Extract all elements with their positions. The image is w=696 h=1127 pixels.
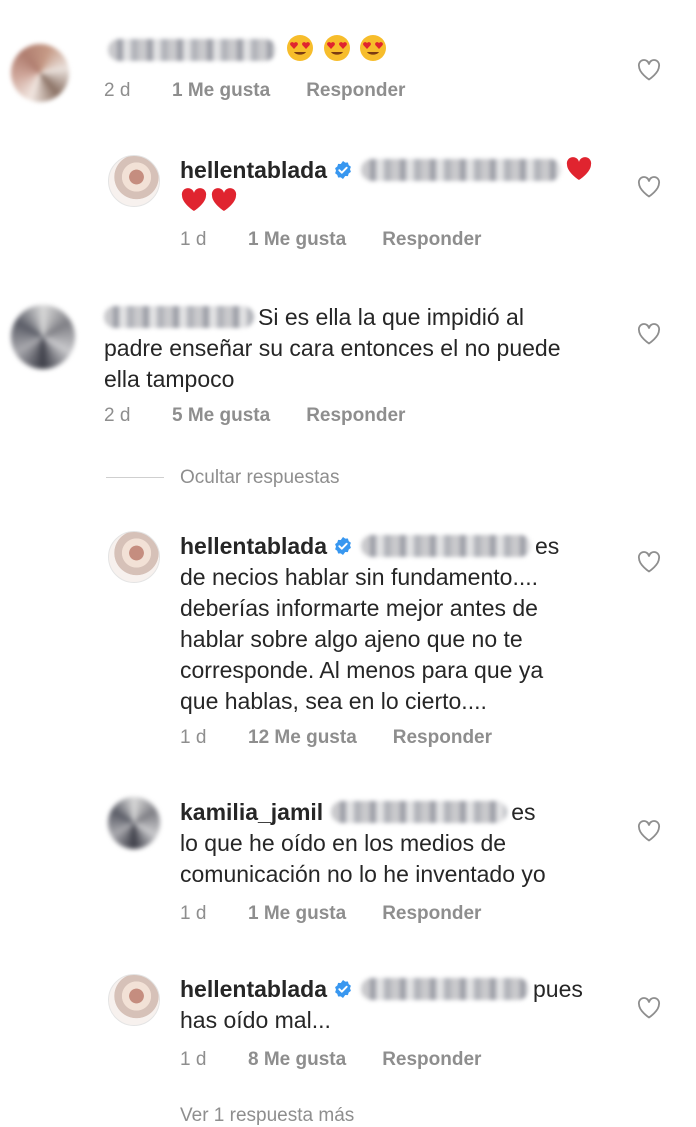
- comment-meta: 2 d 1 Me gusta Responder: [104, 80, 405, 102]
- divider-line: [106, 477, 164, 479]
- avatar[interactable]: [108, 155, 160, 207]
- reply-button[interactable]: Responder: [382, 903, 481, 925]
- comment-text: hellentablada: [180, 155, 595, 217]
- like-count[interactable]: 8 Me gusta: [248, 1049, 346, 1071]
- comment-text: hellentablada es de necios hablar sin fun…: [180, 531, 559, 717]
- comment-text-line: comunicación no lo he inventado yo: [180, 861, 546, 887]
- heart-eyes-emoji: [323, 35, 359, 63]
- heart-outline-icon[interactable]: [637, 997, 661, 1019]
- comment-text-line: Si es ella la que impidió al: [258, 304, 524, 330]
- comment-text: [104, 34, 389, 66]
- reply-button[interactable]: Responder: [306, 80, 405, 102]
- comment-username[interactable]: kamilia_jamil: [180, 799, 323, 825]
- blurred-username[interactable]: [104, 306, 254, 328]
- comment-text-line: que hablas, sea en lo cierto....: [180, 688, 487, 714]
- comment-text-line: es: [511, 799, 536, 825]
- avatar[interactable]: [108, 531, 160, 583]
- comment-age: 2 d: [104, 405, 131, 426]
- comment-age: 1 d: [180, 727, 207, 748]
- comment-age: 1 d: [180, 903, 207, 924]
- comment-username[interactable]: hellentablada: [180, 976, 327, 1002]
- reply-button[interactable]: Responder: [393, 727, 492, 749]
- like-count[interactable]: 1 Me gusta: [172, 80, 270, 102]
- view-more-replies-button[interactable]: Ver 1 respuesta más: [180, 1105, 354, 1127]
- reply-button[interactable]: Responder: [382, 1049, 481, 1071]
- comment-text-line: has oído mal...: [180, 1007, 331, 1033]
- comment-text-line: ella tampoco: [104, 366, 235, 392]
- red-heart-emoji: [210, 188, 240, 214]
- like-count[interactable]: 5 Me gusta: [172, 405, 270, 427]
- verified-badge-icon: [327, 533, 357, 559]
- verified-badge-icon: [327, 157, 357, 183]
- heart-outline-icon[interactable]: [637, 176, 661, 198]
- reply-button[interactable]: Responder: [306, 405, 405, 427]
- comment-text: kamilia_jamil es lo que he oído en los me…: [180, 797, 546, 890]
- comment-text-line: deberías informarte mejor antes de: [180, 595, 538, 621]
- reply-button[interactable]: Responder: [382, 229, 481, 251]
- blurred-mention[interactable]: [360, 978, 529, 1000]
- heart-outline-icon[interactable]: [637, 59, 661, 81]
- comment-text: Si es ella la que impidió al padre enseñ…: [104, 302, 561, 395]
- comment-meta: 1 d 8 Me gusta Responder: [180, 1049, 481, 1071]
- verified-badge-icon: [327, 976, 357, 1002]
- blurred-mention[interactable]: [360, 159, 561, 181]
- blurred-username[interactable]: [108, 39, 276, 61]
- hide-replies-button[interactable]: Ocultar respuestas: [106, 467, 339, 489]
- heart-outline-icon[interactable]: [637, 323, 661, 345]
- heart-outline-icon[interactable]: [637, 820, 661, 842]
- like-count[interactable]: 1 Me gusta: [248, 903, 346, 925]
- like-count[interactable]: 12 Me gusta: [248, 727, 357, 749]
- heart-eyes-emoji: [359, 35, 389, 63]
- comment-text-line: hablar sobre algo ajeno que no te: [180, 626, 523, 652]
- comment-age: 1 d: [180, 1049, 207, 1070]
- comment-text-line: padre enseñar su cara entonces el no pue…: [104, 335, 561, 361]
- blurred-mention[interactable]: [331, 801, 508, 823]
- comment-meta: 1 d 1 Me gusta Responder: [180, 903, 481, 925]
- avatar[interactable]: [11, 44, 69, 102]
- avatar[interactable]: [108, 797, 160, 849]
- heart-outline-icon[interactable]: [637, 551, 661, 573]
- comment-text: hellentablada pues has oído mal...: [180, 974, 583, 1036]
- red-heart-emoji: [565, 157, 595, 183]
- blurred-mention[interactable]: [360, 535, 531, 557]
- comment-text-line: pues: [532, 976, 583, 1002]
- comment-text-line: es: [534, 533, 560, 559]
- heart-eyes-emoji: [286, 35, 322, 63]
- comment-age: 1 d: [180, 229, 207, 250]
- like-count[interactable]: 1 Me gusta: [248, 229, 346, 251]
- avatar[interactable]: [108, 974, 160, 1026]
- comment-username[interactable]: hellentablada: [180, 157, 327, 183]
- comment-text-line: lo que he oído en los medios de: [180, 830, 507, 856]
- comment-username[interactable]: hellentablada: [180, 533, 327, 559]
- comment-meta: 1 d 12 Me gusta Responder: [180, 727, 492, 749]
- comment-meta: 2 d 5 Me gusta Responder: [104, 405, 405, 427]
- comment-meta: 1 d 1 Me gusta Responder: [180, 229, 481, 251]
- red-heart-emoji: [180, 188, 210, 214]
- comment-age: 2 d: [104, 80, 131, 101]
- comment-text-line: de necios hablar sin fundamento....: [180, 564, 539, 590]
- hide-replies-label: Ocultar respuestas: [180, 467, 340, 488]
- comment-text-line: corresponde. Al menos para que ya: [180, 657, 544, 683]
- avatar[interactable]: [11, 305, 75, 369]
